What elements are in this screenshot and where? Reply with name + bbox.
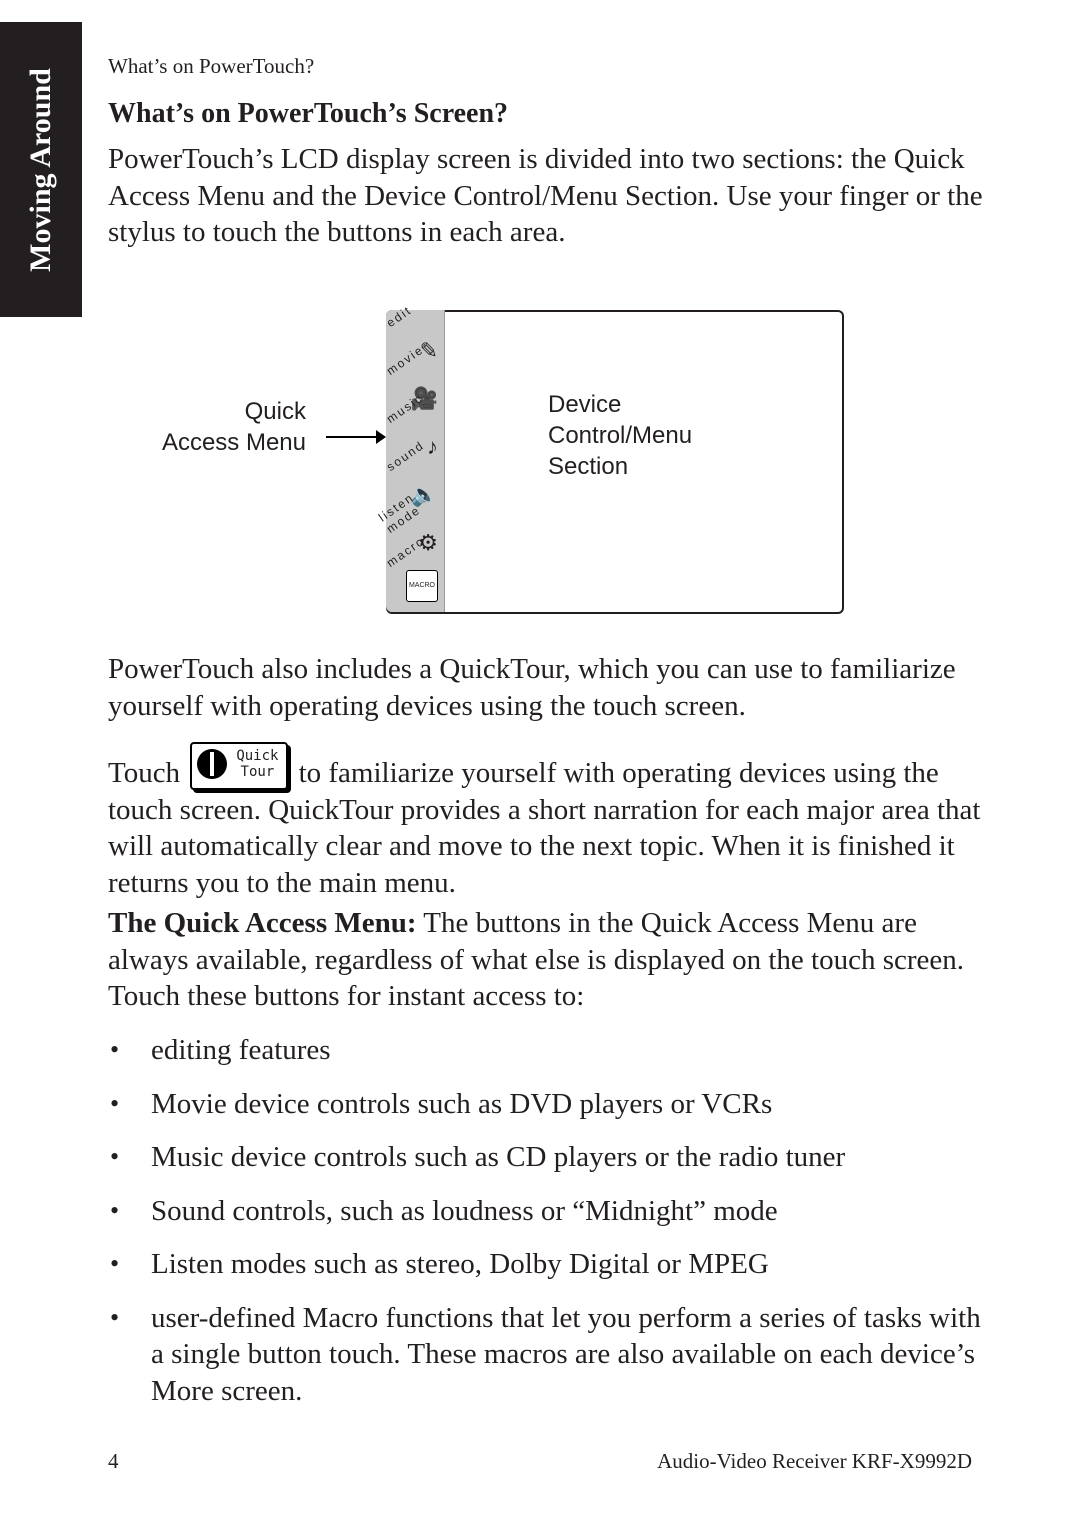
quick-access-label: Quick Access Menu — [161, 398, 306, 456]
globe-icon — [197, 749, 228, 779]
touch-quicktour-paragraph: Touch Quick Tour to familiarize yourself … — [108, 742, 988, 901]
section-heading: What’s on PowerTouch’s Screen? — [108, 98, 509, 129]
section-tab-label: Moving Around — [24, 67, 57, 272]
list-item: Sound controls, such as loudness or “Mid… — [108, 1193, 988, 1230]
list-item: Movie device controls such as DVD player… — [108, 1086, 988, 1123]
screen-diagram: Quick Access Menu edit ✎ movie 🎥 music ♪ so… — [100, 300, 860, 630]
macro-button-icon: MACRO — [405, 570, 438, 602]
list-item: editing features — [108, 1032, 988, 1069]
quicktour-button[interactable]: Quick Tour — [190, 742, 289, 790]
device-control-label: Device Control/Menu Section — [548, 391, 693, 480]
footer-title: Audio-Video Receiver KRF-X9992D — [657, 1449, 972, 1473]
section-tab: Moving Around — [0, 22, 82, 317]
quick-access-paragraph: The Quick Access Menu: The buttons in th… — [108, 907, 965, 1012]
list-item: Listen modes such as stereo, Dolby Digit… — [108, 1246, 988, 1283]
intro-paragraph: PowerTouch’s LCD display screen is divid… — [108, 143, 983, 248]
quicktour-paragraph: PowerTouch also includes a QuickTour, wh… — [108, 653, 956, 722]
running-head: What’s on PowerTouch? — [108, 54, 315, 78]
feature-list: editing features Movie device controls s… — [108, 1032, 988, 1426]
page-number: 4 — [108, 1449, 119, 1473]
quick-access-macro[interactable]: macro MACRO — [384, 534, 444, 604]
quick-access-menu-bar: edit ✎ movie 🎥 music ♪ sound 🔈 listen mode ⚙ … — [376, 303, 445, 612]
list-item: Music device controls such as CD players… — [108, 1139, 988, 1176]
music-note-icon: ♪ — [427, 434, 438, 459]
arrow-icon — [326, 430, 386, 444]
list-item: user-defined Macro functions that let yo… — [108, 1300, 988, 1410]
